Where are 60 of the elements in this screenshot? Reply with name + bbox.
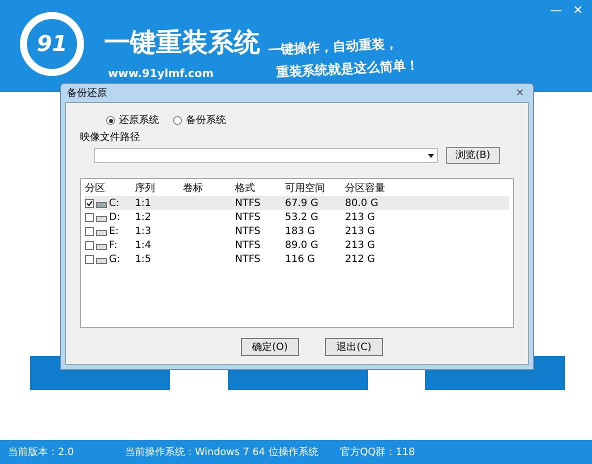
checkbox[interactable] bbox=[85, 198, 94, 208]
table-cell: 213 G bbox=[345, 226, 376, 236]
slogan-text: 一键操作，自动重装， bbox=[268, 36, 398, 59]
mode-radio[interactable]: 还原系统 bbox=[106, 113, 159, 128]
browse-button[interactable]: 浏览(B) bbox=[446, 147, 500, 164]
table-cell: 53.2 G bbox=[285, 212, 318, 222]
table-cell: 1:1 bbox=[135, 198, 152, 208]
table-cell: NTFS bbox=[235, 254, 261, 264]
table-cell-text: C: bbox=[109, 196, 120, 210]
table-cell: 213 G bbox=[345, 212, 376, 222]
partition-row[interactable]: D: 1:2 NTFS 53.2 G 213 G bbox=[85, 210, 509, 224]
checkbox[interactable] bbox=[85, 254, 94, 264]
caret-icon bbox=[428, 154, 434, 158]
slogan-text: 重装系统就是这么简单！ bbox=[276, 57, 420, 83]
app-title: 一键重装系统 bbox=[104, 30, 260, 56]
minimize-button[interactable]: — bbox=[548, 2, 564, 18]
column-header: 分区容量 bbox=[345, 182, 386, 196]
dialog-button[interactable]: 退出(C) bbox=[325, 338, 383, 356]
partition-row[interactable]: F: 1:4 NTFS 89.0 G 213 G bbox=[85, 238, 509, 252]
checkbox[interactable] bbox=[85, 240, 94, 250]
table-cell: 1:4 bbox=[135, 240, 152, 250]
app-url: www.91ylmf.com bbox=[108, 66, 214, 82]
table-cell: 1:5 bbox=[135, 254, 152, 264]
table-cell: 80.0 G bbox=[345, 198, 378, 208]
column-header: 卷标 bbox=[183, 182, 204, 196]
dialog-title: 备份还原 bbox=[67, 86, 107, 100]
status-text: 当前操作系统：Windows 7 64 位操作系统 bbox=[125, 446, 318, 460]
table-cell: 89.0 G bbox=[285, 240, 318, 250]
partition-row[interactable]: C: 1:1 NTFS 67.9 G 80.0 G bbox=[85, 196, 509, 210]
table-cell: NTFS bbox=[235, 212, 261, 222]
column-header: 分区 bbox=[85, 182, 106, 196]
table-cell: 1:3 bbox=[135, 226, 152, 236]
partition-row[interactable]: G: 1:5 NTFS 116 G 212 G bbox=[85, 252, 509, 266]
table-cell: 67.9 G bbox=[285, 198, 318, 208]
checkbox[interactable] bbox=[85, 212, 94, 222]
logo-text: 91 bbox=[36, 30, 68, 58]
table-cell: 183 G bbox=[285, 226, 316, 236]
close-button[interactable]: ✕ bbox=[570, 2, 586, 18]
table-cell: NTFS bbox=[235, 226, 261, 236]
checkbox[interactable] bbox=[85, 226, 94, 236]
table-cell: NTFS bbox=[235, 240, 261, 250]
partition-row[interactable]: E: 1:3 NTFS 183 G 213 G bbox=[85, 224, 509, 238]
status-text: 当前版本：2.0 bbox=[8, 446, 74, 460]
table-cell: 213 G bbox=[345, 240, 376, 250]
column-header: 可用空间 bbox=[285, 182, 326, 196]
close-button[interactable]: ✕ bbox=[513, 86, 527, 100]
table-cell: 116 G bbox=[285, 254, 316, 264]
table-cell: 1:2 bbox=[135, 212, 152, 222]
mode-radio[interactable]: 备份系统 bbox=[173, 113, 226, 128]
status-text: 官方QQ群：118 bbox=[340, 446, 415, 460]
table-cell-text: G: bbox=[109, 252, 120, 266]
column-header: 序列 bbox=[135, 182, 156, 196]
path-label: 映像文件路径 bbox=[80, 130, 141, 145]
dialog-button[interactable]: 确定(O) bbox=[241, 338, 299, 356]
table-cell: NTFS bbox=[235, 198, 261, 208]
table-cell: 212 G bbox=[345, 254, 376, 264]
table-cell-text: D: bbox=[109, 210, 120, 224]
column-header: 格式 bbox=[235, 182, 256, 196]
table-cell-text: F: bbox=[109, 238, 118, 252]
table-cell-text: E: bbox=[109, 224, 119, 238]
